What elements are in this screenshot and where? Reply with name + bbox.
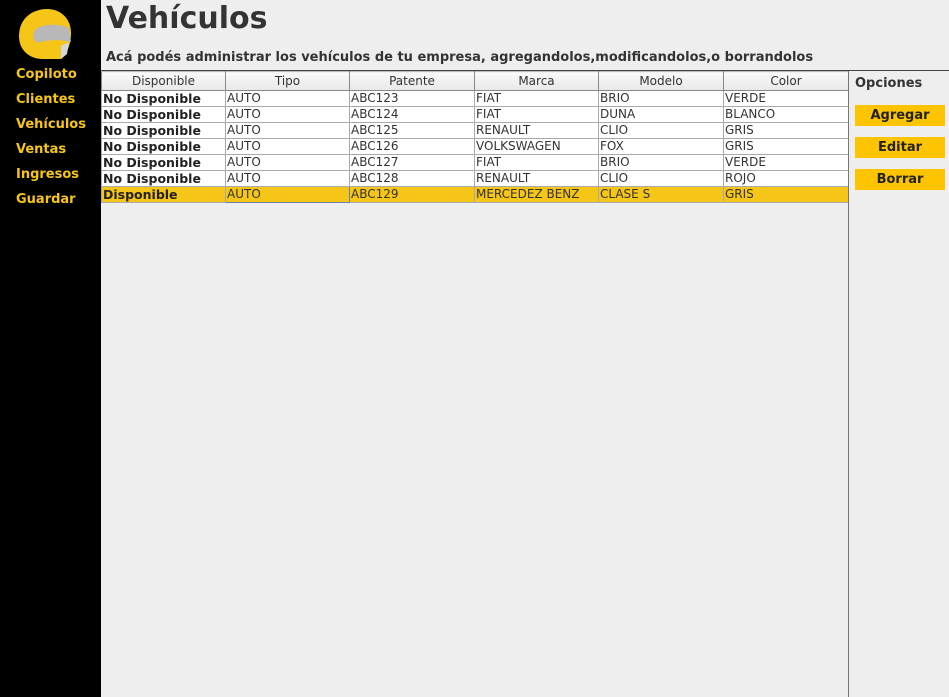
cell-marca[interactable]: VOLKSWAGEN (474, 138, 599, 155)
cell-patente[interactable]: ABC129 (349, 186, 475, 203)
page-subtitle: Acá podés administrar los vehículos de t… (106, 50, 814, 65)
cell-color[interactable]: ROJO (723, 170, 849, 187)
cell-color[interactable]: GRIS (723, 138, 849, 155)
cell-tipo[interactable]: AUTO (225, 106, 350, 123)
table-row[interactable]: No Disponible AUTO ABC124 FIAT DUNA BLAN… (101, 106, 849, 123)
column-header-patente[interactable]: Patente (349, 71, 475, 91)
cell-modelo[interactable]: CLIO (598, 170, 724, 187)
cell-marca[interactable]: MERCEDEZ BENZ (474, 186, 599, 203)
sidebar-item-vehiculos[interactable]: Vehículos (16, 116, 86, 141)
table-header-row: Disponible Tipo Patente Marca Modelo Col… (101, 71, 849, 91)
sidebar-item-ingresos[interactable]: Ingresos (16, 166, 86, 191)
options-title: Opciones (855, 76, 923, 91)
cell-marca[interactable]: FIAT (474, 106, 599, 123)
sidebar-item-ventas[interactable]: Ventas (16, 141, 86, 166)
cell-tipo[interactable]: AUTO (225, 90, 350, 107)
table-row[interactable]: No Disponible AUTO ABC128 RENAULT CLIO R… (101, 170, 849, 187)
table-row[interactable]: No Disponible AUTO ABC125 RENAULT CLIO G… (101, 122, 849, 139)
table-row[interactable]: No Disponible AUTO ABC127 FIAT BRIO VERD… (101, 154, 849, 171)
vehicles-table[interactable]: Disponible Tipo Patente Marca Modelo Col… (101, 71, 849, 203)
cell-tipo[interactable]: AUTO (225, 186, 350, 203)
cell-disponible[interactable]: No Disponible (101, 170, 226, 187)
sidebar-nav: Copiloto Clientes Vehículos Ventas Ingre… (16, 66, 86, 216)
cell-marca[interactable]: FIAT (474, 90, 599, 107)
column-header-modelo[interactable]: Modelo (598, 71, 724, 91)
cell-tipo[interactable]: AUTO (225, 170, 350, 187)
cell-patente[interactable]: ABC126 (349, 138, 475, 155)
cell-color[interactable]: VERDE (723, 90, 849, 107)
column-header-marca[interactable]: Marca (474, 71, 599, 91)
cell-marca[interactable]: FIAT (474, 154, 599, 171)
cell-patente[interactable]: ABC128 (349, 170, 475, 187)
column-header-tipo[interactable]: Tipo (225, 71, 350, 91)
cell-patente[interactable]: ABC123 (349, 90, 475, 107)
table-row[interactable]: No Disponible AUTO ABC123 FIAT BRIO VERD… (101, 90, 849, 107)
sidebar-item-clientes[interactable]: Clientes (16, 91, 86, 116)
cell-patente[interactable]: ABC124 (349, 106, 475, 123)
cell-disponible[interactable]: Disponible (101, 186, 226, 203)
sidebar-item-copiloto[interactable]: Copiloto (16, 66, 86, 91)
cell-disponible[interactable]: No Disponible (101, 122, 226, 139)
cell-modelo[interactable]: CLIO (598, 122, 724, 139)
cell-disponible[interactable]: No Disponible (101, 154, 226, 171)
cell-tipo[interactable]: AUTO (225, 154, 350, 171)
cell-modelo[interactable]: CLASE S (598, 186, 724, 203)
cell-color[interactable]: BLANCO (723, 106, 849, 123)
column-header-color[interactable]: Color (723, 71, 849, 91)
column-header-disponible[interactable]: Disponible (101, 71, 226, 91)
cell-color[interactable]: GRIS (723, 122, 849, 139)
cell-modelo[interactable]: FOX (598, 138, 724, 155)
sidebar: Copiloto Clientes Vehículos Ventas Ingre… (0, 0, 101, 697)
cell-patente[interactable]: ABC127 (349, 154, 475, 171)
add-button[interactable]: Agregar (855, 105, 945, 126)
cell-disponible[interactable]: No Disponible (101, 106, 226, 123)
cell-disponible[interactable]: No Disponible (101, 138, 226, 155)
cell-modelo[interactable]: BRIO (598, 90, 724, 107)
helmet-icon (19, 9, 71, 59)
cell-marca[interactable]: RENAULT (474, 170, 599, 187)
cell-disponible[interactable]: No Disponible (101, 90, 226, 107)
cell-color[interactable]: GRIS (723, 186, 849, 203)
cell-tipo[interactable]: AUTO (225, 138, 350, 155)
cell-patente[interactable]: ABC125 (349, 122, 475, 139)
cell-modelo[interactable]: DUNA (598, 106, 724, 123)
cell-tipo[interactable]: AUTO (225, 122, 350, 139)
table-row[interactable]: No Disponible AUTO ABC126 VOLKSWAGEN FOX… (101, 138, 849, 155)
cell-color[interactable]: VERDE (723, 154, 849, 171)
page-title: Vehículos (106, 1, 268, 36)
options-divider (848, 71, 849, 697)
cell-marca[interactable]: RENAULT (474, 122, 599, 139)
table-row-selected[interactable]: Disponible AUTO ABC129 MERCEDEZ BENZ CLA… (101, 186, 849, 203)
edit-button[interactable]: Editar (855, 137, 945, 158)
delete-button[interactable]: Borrar (855, 169, 945, 190)
cell-modelo[interactable]: BRIO (598, 154, 724, 171)
sidebar-item-guardar[interactable]: Guardar (16, 191, 86, 216)
vehicles-table-container[interactable]: Disponible Tipo Patente Marca Modelo Col… (101, 71, 849, 697)
